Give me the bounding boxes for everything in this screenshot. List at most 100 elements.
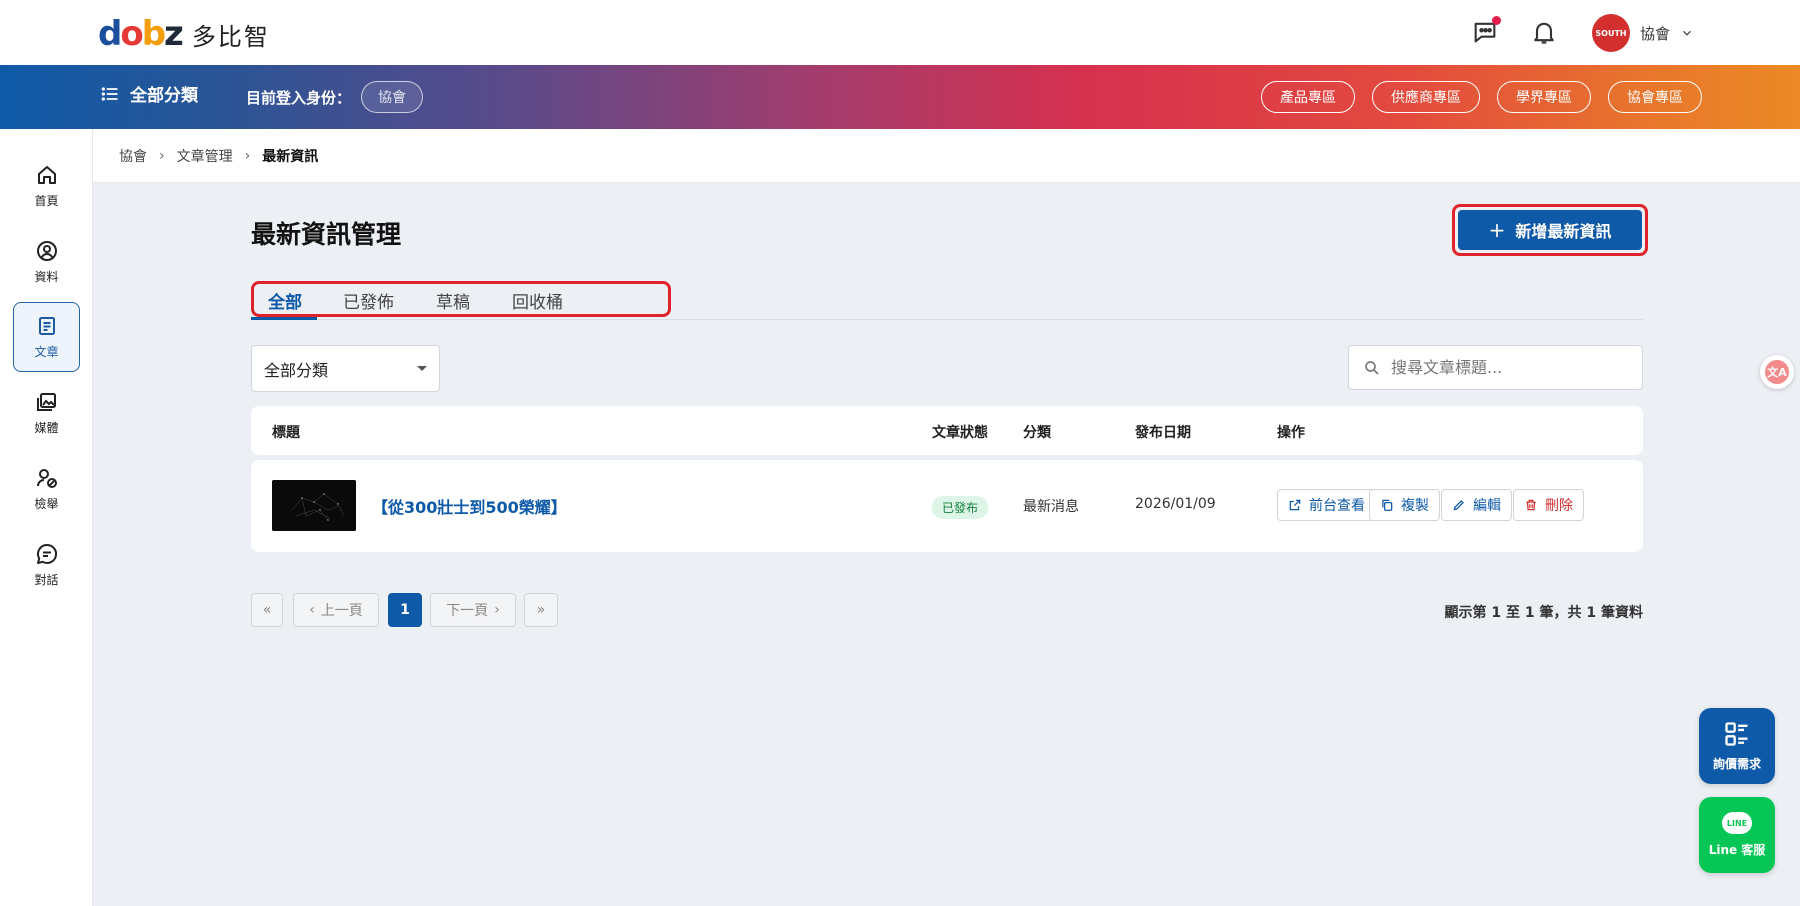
zone-button-suppliers[interactable]: 供應商專區 xyxy=(1372,81,1480,113)
sidebar-item-reports[interactable]: 檢舉 xyxy=(13,454,80,524)
sidebar-item-label: 資料 xyxy=(34,270,59,284)
chevron-right-icon: › xyxy=(159,147,165,164)
zone-buttons: 產品專區 供應商專區 學界專區 協會專區 xyxy=(1261,81,1702,113)
add-button-highlight: + 新增最新資訊 xyxy=(1452,204,1648,256)
all-categories-menu[interactable]: 全部分類 xyxy=(100,81,198,106)
page-title: 最新資訊管理 xyxy=(251,220,402,249)
tabs-divider xyxy=(251,319,1643,320)
sidebar-item-label: 首頁 xyxy=(34,194,59,208)
top-bar: dobz 多比智 SOUTH 協會 xyxy=(0,0,1800,65)
category-select[interactable]: 全部分類 xyxy=(251,345,440,392)
pagination-summary: 顯示第 1 至 1 筆，共 1 筆資料 xyxy=(1444,605,1643,621)
first-page-button[interactable]: « xyxy=(251,593,283,627)
category-select-value: 全部分類 xyxy=(264,360,329,380)
article-title-link[interactable]: 【從300壯士到500榮耀】 xyxy=(372,494,567,518)
sidebar: 首頁 資料 文章 媒體 檢舉 對話 xyxy=(0,129,93,906)
sidebar-item-label: 文章 xyxy=(34,345,59,359)
home-icon xyxy=(37,166,56,184)
trash-icon xyxy=(1526,499,1536,511)
zone-button-products[interactable]: 產品專區 xyxy=(1261,81,1355,113)
messages-button[interactable] xyxy=(1471,16,1501,46)
avatar: SOUTH xyxy=(1592,14,1630,52)
document-icon xyxy=(38,317,55,335)
sidebar-item-chat[interactable]: 對話 xyxy=(13,530,80,600)
quote-request-button[interactable]: 詢價需求 xyxy=(1699,708,1775,784)
breadcrumb-item-current: 最新資訊 xyxy=(262,148,319,165)
add-news-button[interactable]: + 新增最新資訊 xyxy=(1458,210,1642,250)
user-menu[interactable]: SOUTH 協會 xyxy=(1592,14,1694,52)
delete-label: 刪除 xyxy=(1545,498,1573,514)
double-chevron-right-icon: » xyxy=(536,602,546,618)
role-chip[interactable]: 協會 xyxy=(361,81,424,113)
chevron-left-icon: ‹ xyxy=(309,602,315,618)
main-content: 最新資訊管理 + 新增最新資訊 全部 已發佈 草稿 回收桶 全部分類 標題 文章… xyxy=(93,183,1800,906)
all-categories-label: 全部分類 xyxy=(130,86,198,106)
media-icon xyxy=(36,393,56,411)
external-link-icon xyxy=(1289,499,1301,511)
line-support-label: Line 客服 xyxy=(1708,843,1766,857)
user-circle-icon xyxy=(36,241,57,261)
copy-label: 複製 xyxy=(1401,498,1429,514)
search-input[interactable] xyxy=(1391,358,1631,377)
tab-drafts[interactable]: 草稿 xyxy=(436,288,470,313)
column-header-date: 發布日期 xyxy=(1135,425,1191,441)
view-frontend-button[interactable]: 前台查看 xyxy=(1277,489,1376,521)
copy-button[interactable]: 複製 xyxy=(1369,489,1440,521)
sidebar-item-profile[interactable]: 資料 xyxy=(13,227,80,297)
pencil-icon xyxy=(1453,500,1464,511)
sidebar-item-label: 檢舉 xyxy=(34,497,59,511)
tab-published[interactable]: 已發佈 xyxy=(343,288,394,313)
tab-all[interactable]: 全部 xyxy=(268,288,302,313)
breadcrumb: 協會 › 文章管理 › 最新資訊 xyxy=(93,129,1800,183)
article-category: 最新消息 xyxy=(1023,499,1079,515)
add-news-label: 新增最新資訊 xyxy=(1515,222,1612,241)
status-badge: 已發布 xyxy=(932,496,989,519)
copy-icon xyxy=(1382,499,1393,511)
next-page-label: 下一頁 xyxy=(446,603,489,619)
breadcrumb-item-association[interactable]: 協會 xyxy=(119,146,147,166)
sidebar-item-label: 對話 xyxy=(34,573,59,587)
column-header-actions: 操作 xyxy=(1277,425,1305,441)
sidebar-item-home[interactable]: 首頁 xyxy=(13,151,80,221)
logo[interactable]: dobz 多比智 xyxy=(98,14,270,54)
unread-dot xyxy=(1492,16,1501,25)
translate-button[interactable]: 文A xyxy=(1760,355,1794,389)
column-header-title: 標題 xyxy=(272,425,300,441)
nav-bar: 全部分類 目前登入身份： 協會 產品專區 供應商專區 學界專區 協會專區 xyxy=(0,65,1800,129)
line-support-button[interactable]: LINE Line 客服 xyxy=(1699,797,1775,873)
caret-down-icon xyxy=(417,366,427,371)
active-tab-indicator xyxy=(251,317,317,320)
sidebar-item-articles[interactable]: 文章 xyxy=(13,302,80,372)
sidebar-item-label: 媒體 xyxy=(34,421,59,435)
login-label: 目前登入身份： xyxy=(246,88,352,107)
bell-icon xyxy=(1534,22,1554,44)
chevron-right-icon: › xyxy=(494,602,500,618)
sidebar-item-media[interactable]: 媒體 xyxy=(13,378,80,448)
quote-request-label: 詢價需求 xyxy=(1712,757,1761,771)
article-date: 2026/01/09 xyxy=(1135,496,1216,512)
table-header: 標題 文章狀態 分類 發布日期 操作 xyxy=(251,406,1643,455)
search-box xyxy=(1348,345,1643,390)
notifications-button[interactable] xyxy=(1530,18,1558,46)
next-page-button[interactable]: 下一頁 › xyxy=(430,593,516,627)
logo-text: 多比智 xyxy=(191,22,270,51)
thumbnail-image xyxy=(272,480,356,531)
chevron-right-icon: › xyxy=(244,147,251,164)
edit-label: 編輯 xyxy=(1473,498,1501,514)
delete-button[interactable]: 刪除 xyxy=(1513,489,1584,521)
translate-icon: 文A xyxy=(1765,360,1789,384)
quote-list-icon xyxy=(1725,722,1748,746)
article-thumbnail[interactable] xyxy=(272,480,356,531)
column-header-status: 文章狀態 xyxy=(932,425,988,441)
tab-trash[interactable]: 回收桶 xyxy=(512,288,563,313)
breadcrumb-item-article-management[interactable]: 文章管理 xyxy=(177,146,233,166)
last-page-button[interactable]: » xyxy=(524,593,558,627)
prev-page-label: 上一頁 xyxy=(320,603,363,619)
zone-button-association[interactable]: 協會專區 xyxy=(1608,81,1702,113)
prev-page-button[interactable]: ‹ 上一頁 xyxy=(293,593,379,627)
zone-button-academia[interactable]: 學界專區 xyxy=(1497,81,1591,113)
plus-icon: + xyxy=(1488,218,1506,242)
page-button-1[interactable]: 1 xyxy=(388,593,422,627)
table-row: 【從300壯士到500榮耀】 已發布 最新消息 2026/01/09 前台查看 … xyxy=(251,460,1643,552)
edit-button[interactable]: 編輯 xyxy=(1441,489,1512,521)
